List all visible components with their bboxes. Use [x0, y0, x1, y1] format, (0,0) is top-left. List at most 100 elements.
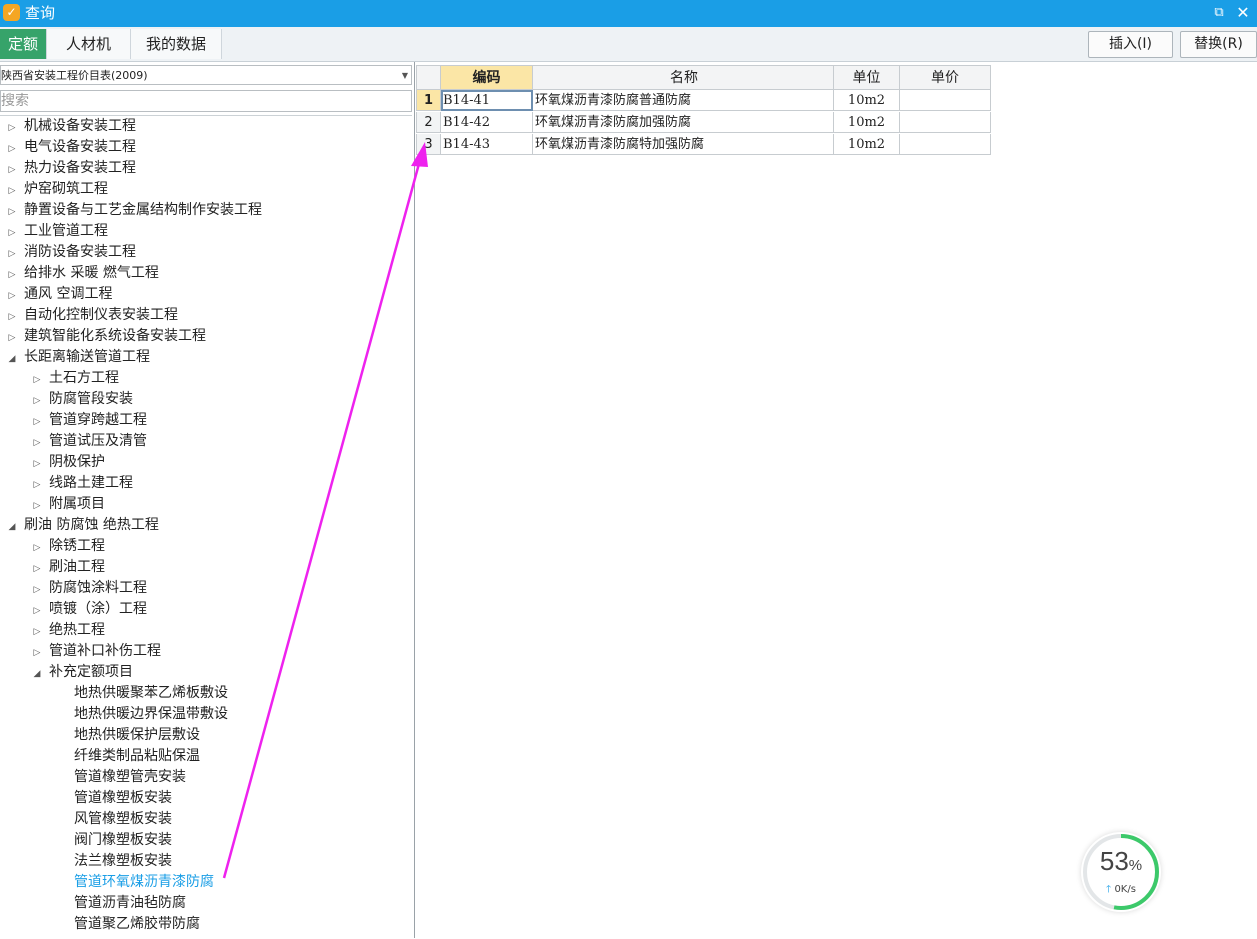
close-window-button[interactable]: ✕	[1235, 4, 1251, 22]
code-cell[interactable]: B14-41	[441, 90, 533, 111]
tree-item[interactable]: ▷ 阴极保护	[31, 452, 105, 473]
tab-my-data[interactable]: 我的数据	[131, 29, 222, 59]
search-input[interactable]	[0, 90, 412, 112]
price-cell[interactable]	[900, 112, 991, 133]
tree-item[interactable]: ▷ 建筑智能化系统设备安装工程	[6, 326, 206, 347]
table-row[interactable]: 1 B14-41 环氧煤沥青漆防腐普通防腐 10m2	[416, 90, 991, 111]
tree-item[interactable]: ▷ 绝热工程	[31, 620, 105, 641]
tree-item[interactable]: 阀门橡塑板安装	[56, 830, 172, 851]
unit-cell[interactable]: 10m2	[834, 134, 900, 155]
tree-item[interactable]: ▷ 附属项目	[31, 494, 105, 515]
tree-item[interactable]: ▷ 消防设备安装工程	[6, 242, 136, 263]
table-row[interactable]: 3 B14-43 环氧煤沥青漆防腐特加强防腐 10m2	[416, 134, 991, 155]
unit-cell[interactable]: 10m2	[834, 90, 900, 111]
tree-item[interactable]: ▷ 喷镀（涂）工程	[31, 599, 147, 620]
unit-cell[interactable]: 10m2	[834, 112, 900, 133]
collapsed-triangle-icon[interactable]: ▷	[31, 391, 43, 412]
collapsed-triangle-icon[interactable]: ▷	[31, 601, 43, 622]
tree-item[interactable]: ▷ 线路土建工程	[31, 473, 133, 494]
name-cell[interactable]: 环氧煤沥青漆防腐加强防腐	[533, 112, 834, 133]
tree-item[interactable]: ▷ 防腐管段安装	[31, 389, 133, 410]
tree-item[interactable]: ▷ 热力设备安装工程	[6, 158, 136, 179]
tree-item[interactable]: 管道沥青油毡防腐	[56, 893, 186, 914]
tree-item[interactable]: 纤维类制品粘贴保温	[56, 746, 200, 767]
tree-item[interactable]: ▷ 炉窑砌筑工程	[6, 179, 108, 200]
tree-item[interactable]: 地热供暖保护层敷设	[56, 725, 200, 746]
expanded-triangle-icon[interactable]: ◢	[6, 349, 18, 370]
tree-item[interactable]: 法兰橡塑板安装	[56, 851, 172, 872]
tree-item[interactable]: 管道聚乙烯胶带防腐	[56, 914, 200, 935]
tree-item[interactable]: 管道环氧煤沥青漆防腐	[56, 872, 214, 893]
tree-item[interactable]: ▷ 防腐蚀涂料工程	[31, 578, 147, 599]
tree-item[interactable]: ▷ 管道试压及清管	[31, 431, 147, 452]
collapsed-triangle-icon[interactable]: ▷	[6, 328, 18, 349]
insert-button[interactable]: 插入(I)	[1088, 31, 1173, 58]
collapsed-triangle-icon[interactable]: ▷	[6, 244, 18, 265]
tree-item[interactable]: 管道橡塑板安装	[56, 788, 172, 809]
tree-item[interactable]: ▷ 自动化控制仪表安装工程	[6, 305, 178, 326]
collapsed-triangle-icon[interactable]: ▷	[31, 538, 43, 559]
table-row[interactable]: 2 B14-42 环氧煤沥青漆防腐加强防腐 10m2	[416, 112, 991, 133]
price-cell[interactable]	[900, 90, 991, 111]
collapsed-triangle-icon[interactable]: ▷	[31, 580, 43, 601]
collapsed-triangle-icon[interactable]: ▷	[6, 286, 18, 307]
name-cell[interactable]: 环氧煤沥青漆防腐普通防腐	[533, 90, 834, 111]
expanded-triangle-icon[interactable]: ◢	[31, 664, 43, 685]
collapsed-triangle-icon[interactable]: ▷	[31, 643, 43, 664]
collapsed-triangle-icon[interactable]: ▷	[31, 433, 43, 454]
replace-button[interactable]: 替换(R)	[1180, 31, 1257, 58]
tree-item[interactable]: ▷ 静置设备与工艺金属结构制作安装工程	[6, 200, 262, 221]
collapsed-triangle-icon[interactable]: ▷	[6, 202, 18, 223]
tree-item[interactable]: ◢ 长距离输送管道工程	[6, 347, 150, 368]
tree-item-label: 电气设备安装工程	[24, 139, 136, 155]
header-unit[interactable]: 单位	[834, 65, 900, 90]
collapsed-triangle-icon[interactable]: ▷	[31, 412, 43, 433]
price-cell[interactable]	[900, 134, 991, 155]
tree-item[interactable]: 管道橡塑管壳安装	[56, 767, 186, 788]
library-select[interactable]: 陕西省安装工程价目表(2009) ▼	[0, 65, 412, 85]
row-number[interactable]: 1	[416, 90, 441, 111]
code-cell[interactable]: B14-42	[441, 112, 533, 133]
tree-item[interactable]: 地热供暖聚苯乙烯板敷设	[56, 683, 228, 704]
collapsed-triangle-icon[interactable]: ▷	[6, 118, 18, 139]
collapsed-triangle-icon[interactable]: ▷	[31, 475, 43, 496]
tree-item[interactable]: ▷ 电气设备安装工程	[6, 137, 136, 158]
tree-item-label: 机械设备安装工程	[24, 118, 136, 134]
tree-item[interactable]: ◢ 刷油 防腐蚀 绝热工程	[6, 515, 159, 536]
tree-item[interactable]: 风管橡塑板安装	[56, 809, 172, 830]
header-price[interactable]: 单价	[900, 65, 991, 90]
collapsed-triangle-icon[interactable]: ▷	[31, 370, 43, 391]
collapsed-triangle-icon[interactable]: ▷	[31, 559, 43, 580]
header-code[interactable]: 编码	[441, 65, 533, 90]
tree-item[interactable]: ▷ 通风 空调工程	[6, 284, 113, 307]
tree-item[interactable]: ▷ 土石方工程	[31, 368, 119, 389]
collapsed-triangle-icon[interactable]: ▷	[6, 265, 18, 286]
collapsed-triangle-icon[interactable]: ▷	[6, 223, 18, 244]
collapsed-triangle-icon[interactable]: ▷	[31, 454, 43, 475]
row-number[interactable]: 2	[416, 112, 441, 133]
tree-item[interactable]: ▷ 管道补口补伤工程	[31, 641, 161, 662]
header-name[interactable]: 名称	[533, 65, 834, 90]
row-number[interactable]: 3	[416, 134, 441, 155]
tab-quota[interactable]: 定额	[0, 29, 47, 59]
expanded-triangle-icon[interactable]: ◢	[6, 517, 18, 538]
network-speed-widget[interactable]: 53% 🡑 0K/s	[1081, 832, 1161, 912]
tree-item[interactable]: 地热供暖边界保温带敷设	[56, 704, 228, 725]
name-cell[interactable]: 环氧煤沥青漆防腐特加强防腐	[533, 134, 834, 155]
tab-labor-material-machine[interactable]: 人材机	[47, 29, 131, 59]
collapsed-triangle-icon[interactable]: ▷	[31, 496, 43, 517]
tree-item[interactable]: ▷ 刷油工程	[31, 557, 105, 578]
collapsed-triangle-icon[interactable]: ▷	[6, 181, 18, 202]
collapsed-triangle-icon[interactable]: ▷	[6, 307, 18, 328]
tree-item[interactable]: ▷ 除锈工程	[31, 536, 105, 557]
tree-item[interactable]: ▷ 给排水 采暖 燃气工程	[6, 263, 159, 284]
collapsed-triangle-icon[interactable]: ▷	[6, 160, 18, 181]
code-cell[interactable]: B14-43	[441, 134, 533, 155]
tree-item[interactable]: ▷ 管道穿跨越工程	[31, 410, 147, 431]
collapsed-triangle-icon[interactable]: ▷	[31, 622, 43, 643]
tree-item[interactable]: ▷ 工业管道工程	[6, 221, 108, 242]
restore-window-button[interactable]: ⧉	[1211, 5, 1227, 21]
tree-item[interactable]: ▷ 机械设备安装工程	[6, 116, 136, 137]
tree-item[interactable]: ◢ 补充定额项目	[31, 662, 133, 683]
collapsed-triangle-icon[interactable]: ▷	[6, 139, 18, 160]
